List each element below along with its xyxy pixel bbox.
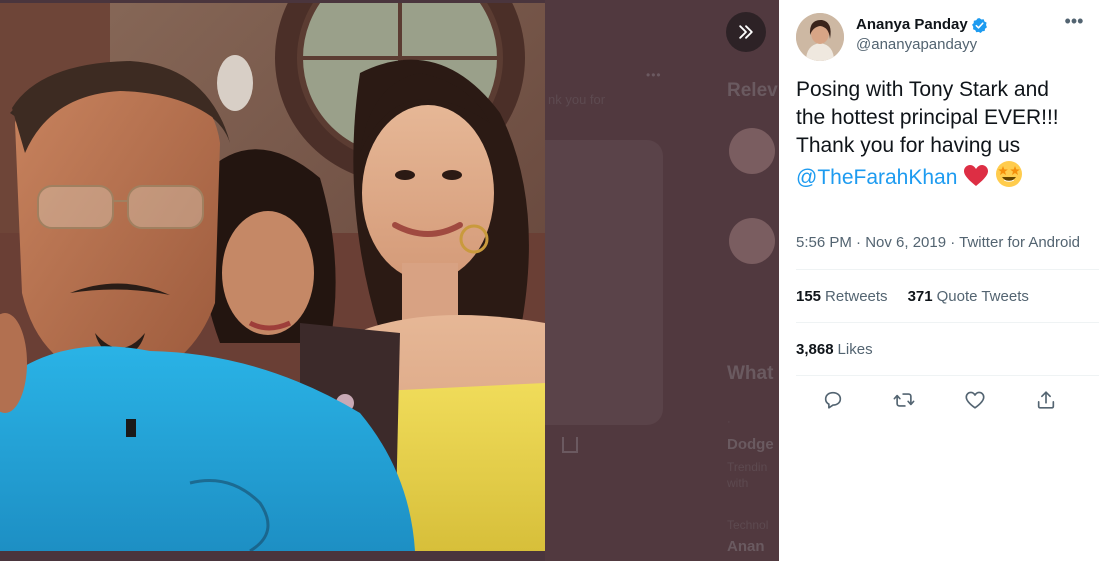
tweet-text: Posing with Tony Stark and the hottest p… bbox=[796, 76, 1086, 192]
tweet-author: Ananya Panday @ananyapandayy bbox=[796, 13, 988, 61]
author-display-name-row[interactable]: Ananya Panday bbox=[856, 15, 988, 35]
avatar[interactable] bbox=[796, 13, 844, 61]
likes-count: 3,868 bbox=[796, 341, 834, 358]
likes-stats: 3,868 Likes bbox=[796, 341, 873, 358]
red-heart-emoji bbox=[964, 165, 989, 186]
like-button[interactable] bbox=[963, 388, 987, 412]
quote-tweets-label: Quote Tweets bbox=[936, 288, 1029, 305]
retweet-icon bbox=[893, 393, 914, 407]
tweet-text-line: the hottest principal EVER!!! bbox=[796, 106, 1059, 129]
divider bbox=[796, 375, 1099, 376]
star-struck-emoji bbox=[996, 161, 1023, 187]
heart-icon bbox=[964, 391, 985, 409]
more-icon[interactable]: ••• bbox=[1063, 12, 1085, 36]
tweet-actions bbox=[779, 385, 1099, 415]
background-trend-meta-text: with bbox=[727, 476, 749, 490]
background-tweet-text: nk you for bbox=[548, 92, 606, 107]
retweets-stat[interactable]: 155 Retweets bbox=[796, 288, 888, 305]
background-trend-meta: · bbox=[727, 416, 731, 428]
tweet-text-line: Thank you for having us bbox=[796, 134, 1021, 157]
background-media-card bbox=[545, 140, 663, 425]
tweet-timestamp[interactable]: 5:56 PM · Nov 6, 2019 · Twitter for Andr… bbox=[796, 234, 1080, 251]
author-names: Ananya Panday @ananyapandayy bbox=[856, 15, 988, 55]
likes-stat[interactable]: 3,868 Likes bbox=[796, 341, 873, 358]
tweet-text-line: @TheFarahKhan bbox=[796, 160, 1086, 192]
author-handle[interactable]: @ananyapandayy bbox=[856, 35, 988, 55]
expand-button[interactable] bbox=[726, 12, 766, 52]
retweet-button[interactable] bbox=[892, 388, 916, 412]
quote-tweets-count: 371 bbox=[907, 288, 933, 305]
background-whats-heading: What bbox=[727, 363, 774, 384]
reply-button[interactable] bbox=[821, 388, 845, 412]
background-avatar bbox=[729, 218, 775, 264]
share-button[interactable] bbox=[1034, 388, 1058, 412]
share-icon bbox=[1037, 391, 1054, 409]
divider bbox=[796, 322, 1099, 323]
chevrons-right-icon bbox=[739, 25, 753, 39]
tweet-detail-panel: Ananya Panday @ananyapandayy ••• Posing … bbox=[779, 0, 1099, 561]
background-trend-title-2: Anan bbox=[727, 538, 765, 555]
retweets-count: 155 bbox=[796, 288, 822, 305]
background-more-icon: ••• bbox=[646, 68, 662, 82]
tweet-photo[interactable] bbox=[0, 3, 545, 551]
verified-badge-icon bbox=[971, 17, 987, 33]
tweet-text-line: Posing with Tony Stark and bbox=[796, 78, 1049, 101]
engagement-stats: 155 Retweets 371 Quote Tweets bbox=[796, 288, 1029, 305]
background-trend-label: Technol bbox=[727, 518, 769, 532]
mention-link[interactable]: @TheFarahKhan bbox=[796, 166, 957, 189]
background-relevant-heading: Relev bbox=[727, 80, 778, 101]
retweets-label: Retweets bbox=[825, 288, 888, 305]
background-trend-subtitle: Trendin bbox=[727, 460, 768, 474]
author-display-name[interactable]: Ananya Panday bbox=[856, 15, 968, 35]
likes-label: Likes bbox=[837, 341, 873, 358]
divider bbox=[796, 269, 1099, 270]
background-share-icon bbox=[562, 437, 578, 453]
background-avatar bbox=[729, 128, 775, 174]
quote-tweets-stat[interactable]: 371 Quote Tweets bbox=[908, 288, 1029, 305]
reply-icon bbox=[824, 391, 841, 409]
background-trend-title: Dodge bbox=[727, 436, 774, 453]
